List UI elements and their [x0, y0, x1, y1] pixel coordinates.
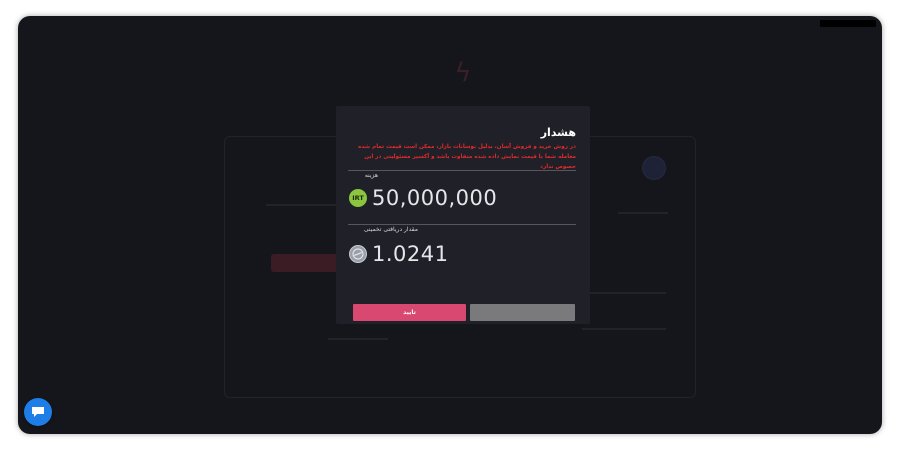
background-line	[582, 328, 666, 330]
divider	[348, 224, 576, 225]
background-line	[266, 204, 346, 206]
background-line	[618, 212, 668, 214]
dialog-title: هشدار	[540, 126, 576, 139]
chat-bubble-icon	[32, 407, 44, 417]
receive-amount-row: 1.0241	[349, 242, 448, 266]
warning-message: در روش خرید و فروش آسان، بدلیل نوسانات ب…	[358, 144, 576, 170]
divider	[348, 170, 576, 171]
app-logo-icon: ϟ	[454, 58, 472, 88]
background-coin-avatar	[642, 156, 666, 180]
chat-button[interactable]	[24, 398, 52, 426]
receive-label: مقدار دریافتی تخمینی	[363, 226, 418, 233]
confirm-button[interactable]: تایید	[353, 304, 466, 321]
cancel-button[interactable]	[470, 304, 575, 321]
background-line	[328, 338, 388, 340]
tether-coin-icon	[349, 245, 367, 263]
irt-coin-icon: IRT	[349, 189, 367, 207]
cost-amount: 50,000,000	[372, 186, 498, 210]
app-window: ϟ هشدار در روش خرید و فروش آسان، بدلیل ن…	[18, 16, 882, 434]
cost-label: هزینه	[364, 172, 378, 179]
cost-amount-row: IRT 50,000,000	[349, 186, 497, 210]
warning-dialog: هشدار در روش خرید و فروش آسان، بدلیل نوس…	[336, 106, 590, 324]
receive-amount: 1.0241	[372, 242, 449, 266]
background-line	[582, 292, 666, 294]
